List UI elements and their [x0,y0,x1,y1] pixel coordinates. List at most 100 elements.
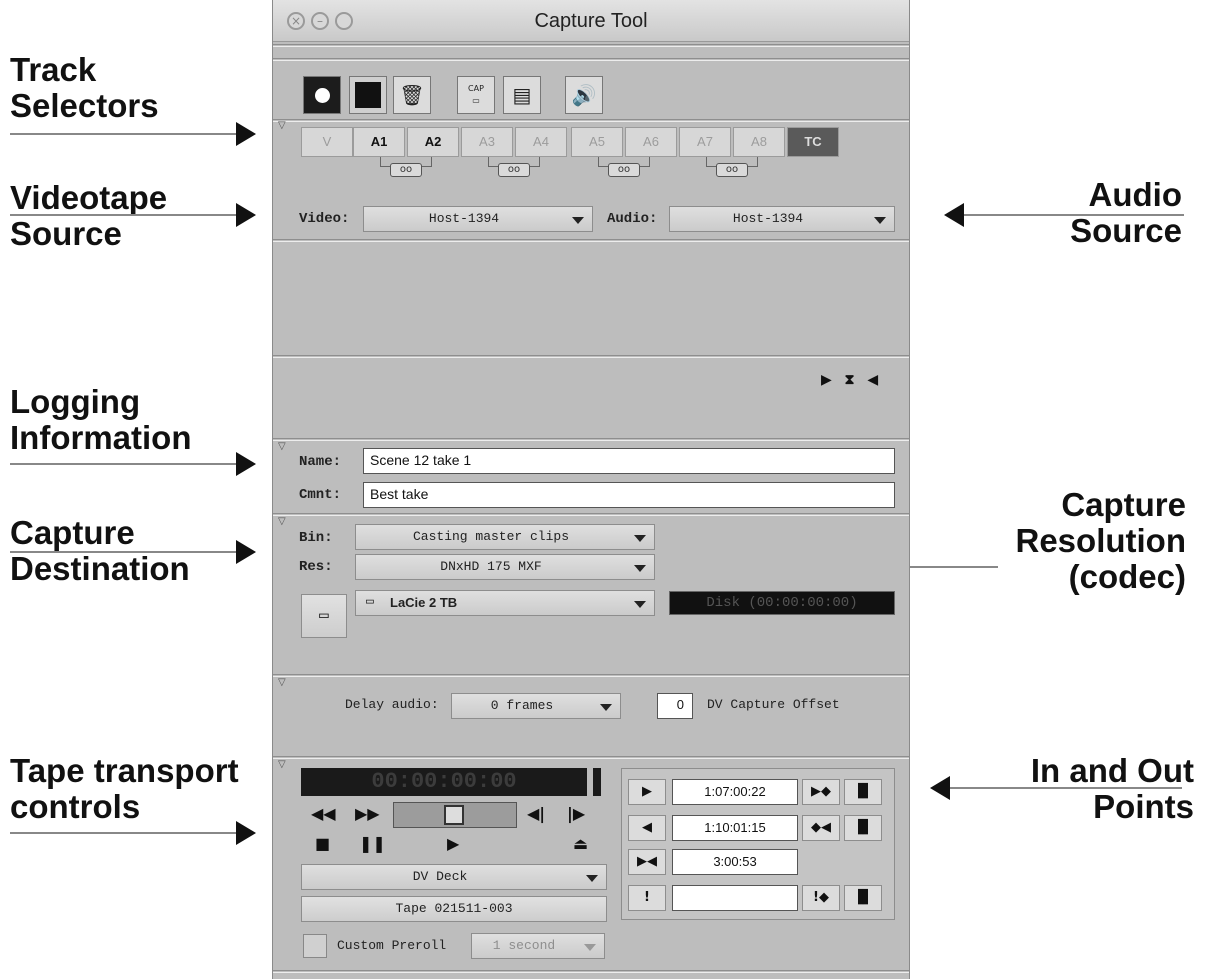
track-a5[interactable]: A5 [571,127,623,157]
divider [273,513,909,516]
preroll-dropdown[interactable]: 1 second [471,933,605,959]
comment-label: Cmnt: [299,487,342,503]
audio-source-value: Host-1394 [732,211,804,226]
capture-tool-window: × – Capture Tool 🗑 CAP ▭ ▤ 🔊 ▽ V A1 A2 A3… [272,0,910,979]
track-a7[interactable]: A7 [679,127,731,157]
go-to-marker-button[interactable]: !◆ [802,885,840,911]
deck-dropdown[interactable]: DV Deck [301,864,607,890]
stop-button[interactable] [349,76,387,114]
callout-arrow [944,203,1184,227]
callout-text: Information [10,419,192,456]
track-a6[interactable]: A6 [625,127,677,157]
chevron-down-icon [634,535,646,542]
callout-arrow [10,203,256,227]
track-a8[interactable]: A8 [733,127,785,157]
name-label: Name: [299,454,342,470]
capture-icon: CAP ▭ [468,84,484,105]
bin-label: Bin: [299,530,333,546]
disclosure-triangle-icon[interactable]: ▽ [278,677,286,688]
shuttle-bar[interactable] [393,802,517,828]
speaker-icon: 🔊 [571,83,597,107]
comment-field[interactable]: Best take [363,482,895,508]
link-a5-a6[interactable]: oo [598,157,650,181]
record-button[interactable] [303,76,341,114]
trash-button[interactable]: 🗑 [393,76,431,114]
play-icon[interactable]: ▶ [447,834,459,853]
chevron-down-icon [874,217,886,224]
callout-text: Capture [1061,486,1186,523]
disclosure-triangle-icon[interactable]: ▽ [278,759,286,770]
divider [273,239,909,242]
divider [273,355,909,358]
divider [273,970,909,973]
target-drive-dropdown[interactable]: ▭ LaCie 2 TB [355,590,655,616]
callout-text: In and Out [1030,752,1194,789]
clear-out-button[interactable]: ▐▌ [844,815,882,841]
audio-tool-button[interactable]: 🔊 [565,76,603,114]
pause-icon[interactable]: ❚❚ [359,834,386,853]
track-v[interactable]: V [301,127,353,157]
link-a3-a4[interactable]: oo [488,157,540,181]
step-back-button[interactable]: ◀| [527,804,545,823]
mark-out-field[interactable]: 1:10:01:15 [672,815,798,841]
custom-preroll-label: Custom Preroll [337,938,447,953]
callout-arrow [10,122,256,146]
name-field[interactable]: Scene 12 take 1 [363,448,895,474]
in-out-panel: ▶ 1:07:00:22 ▶◆ ▐▌ ◀ 1:10:01:15 ◆◀ ▐▌ ▶◀… [621,768,895,920]
mark-in-button[interactable]: ▶ [628,779,666,805]
marker-field[interactable] [672,885,798,911]
duration-field[interactable]: 3:00:53 [672,849,798,875]
target-drive-button[interactable]: ▭ [301,594,347,638]
video-source-dropdown[interactable]: Host-1394 [363,206,593,232]
callout-text: Audio [1088,176,1182,213]
disclosure-triangle-icon[interactable]: ▽ [278,441,286,452]
step-forward-button[interactable]: |▶ [567,804,585,823]
link-a7-a8[interactable]: oo [706,157,758,181]
divider [273,438,909,441]
link-a1-a2[interactable]: oo [380,157,432,181]
track-a3[interactable]: A3 [461,127,513,157]
callout-text: Source [1070,212,1182,249]
drive-value: LaCie 2 TB [390,595,458,610]
title-bar[interactable]: × – Capture Tool [273,0,909,42]
capture-mode-button[interactable]: CAP ▭ [457,76,495,114]
window-title: Capture Tool [534,10,648,32]
audio-source-dropdown[interactable]: Host-1394 [669,206,895,232]
track-tc[interactable]: TC [787,127,839,157]
audio-source-label: Audio: [607,211,658,227]
fast-forward-button[interactable]: ▶▶ [355,804,380,823]
go-to-out-button[interactable]: ◆◀ [802,815,840,841]
resolution-dropdown[interactable]: DNxHD 175 MXF [355,554,655,580]
mark-out-button[interactable]: ◀ [628,815,666,841]
bin-dropdown[interactable]: Casting master clips [355,524,655,550]
tape-name-button[interactable]: Tape 021511-003 [301,896,607,922]
rewind-button[interactable]: ◀◀ [311,804,336,823]
track-a4[interactable]: A4 [515,127,567,157]
drive-icon: ▭ [366,594,374,609]
deck-button[interactable]: ▤ [503,76,541,114]
chain-link-icon: oo [390,163,422,177]
disclosure-triangle-icon[interactable]: ▽ [278,120,286,131]
timecode-bar [593,768,601,796]
callout-text: (codec) [1068,558,1186,595]
delay-audio-value: 0 frames [490,698,554,713]
track-a1[interactable]: A1 [353,127,405,157]
shuttle-handle[interactable] [444,805,464,825]
marker-icon[interactable]: ! [628,885,666,911]
callout-text: Resolution [1015,522,1187,559]
disclosure-triangle-icon[interactable]: ▽ [278,516,286,527]
callout-text: controls [10,788,141,825]
mark-in-out-icons[interactable]: ▶ ⧗ ◀ [821,372,882,388]
delay-audio-dropdown[interactable]: 0 frames [451,693,621,719]
eject-icon[interactable]: ⏏ [573,834,588,853]
video-source-label: Video: [299,211,350,227]
record-icon [315,88,330,103]
mark-in-field[interactable]: 1:07:00:22 [672,779,798,805]
custom-preroll-checkbox[interactable] [303,934,327,958]
dv-capture-offset-field[interactable]: 0 [657,693,693,719]
clear-in-button[interactable]: ▐▌ [844,779,882,805]
stop-icon[interactable]: ■ [315,834,330,853]
go-to-in-button[interactable]: ▶◆ [802,779,840,805]
clear-marker-button[interactable]: ▐▌ [844,885,882,911]
track-a2[interactable]: A2 [407,127,459,157]
